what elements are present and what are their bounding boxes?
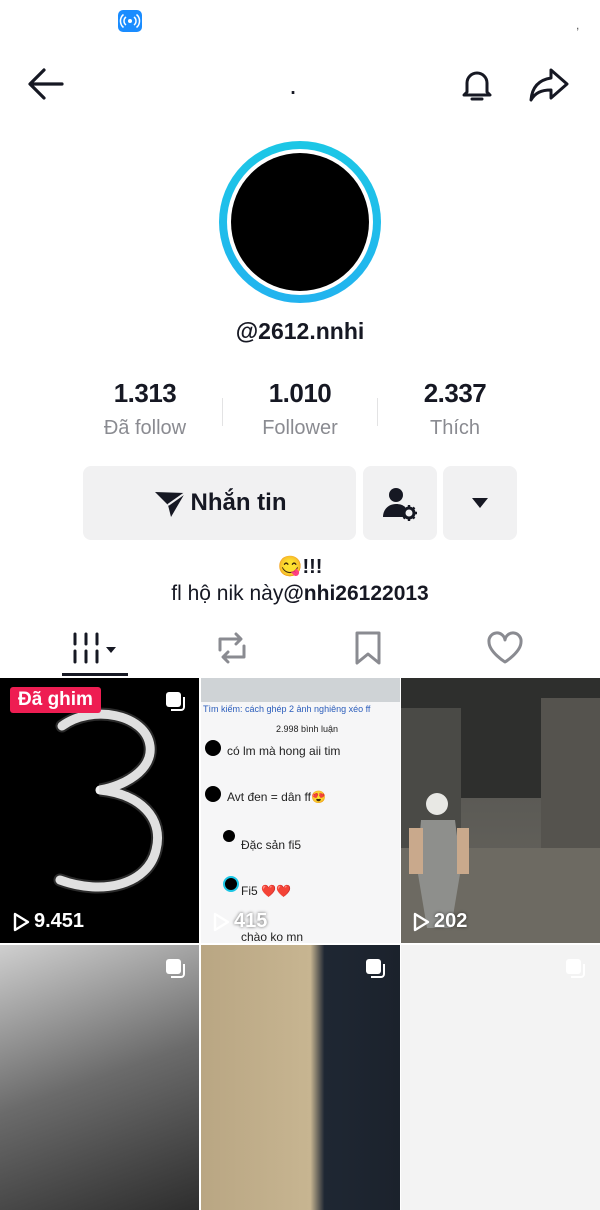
multi-photo-icon <box>564 957 586 979</box>
stat-value: 1.313 <box>113 378 177 408</box>
heart-icon <box>487 631 523 664</box>
bio-mention-link[interactable]: @nhi26122013 <box>283 582 428 605</box>
play-icon <box>413 912 430 931</box>
comment-avatar <box>205 740 221 756</box>
message-button-label: Nhắn tin <box>190 489 287 516</box>
stat-followers[interactable]: 1.010 Follower <box>225 378 375 440</box>
video-thumbnail[interactable] <box>401 678 600 943</box>
video-thumbnail[interactable] <box>201 945 400 1210</box>
avatar[interactable] <box>231 153 369 291</box>
tab-liked[interactable] <box>430 620 580 676</box>
play-icon <box>213 912 230 931</box>
video-thumbnail[interactable]: Tìm kiếm: cách ghép 2 ảnh nghiêng xéo ff… <box>201 678 400 943</box>
stat-following[interactable]: 1.313 Đã follow <box>70 378 220 440</box>
message-button[interactable]: Nhắn tin <box>83 466 356 540</box>
share-button[interactable] <box>525 62 573 106</box>
notification-bell-button[interactable] <box>455 62 499 106</box>
stat-value: 1.010 <box>268 378 332 408</box>
stat-label: Đã follow <box>103 417 187 439</box>
divider <box>222 398 223 426</box>
game-scene-image <box>401 678 600 943</box>
pinned-badge: Đã ghim <box>10 687 101 713</box>
multi-photo-icon <box>164 690 186 712</box>
status-indicator: , <box>576 18 580 32</box>
grid-icon <box>73 632 116 664</box>
comment-avatar <box>205 786 221 802</box>
stat-likes[interactable]: 2.337 Thích <box>380 378 530 440</box>
play-icon <box>13 912 30 931</box>
page-title: . <box>289 69 297 100</box>
add-friend-button[interactable] <box>363 466 437 540</box>
repost-icon <box>218 632 246 664</box>
comment-avatar <box>223 876 239 892</box>
tab-reposts[interactable] <box>157 620 307 676</box>
hotspot-icon <box>118 10 142 32</box>
status-bar <box>0 0 600 44</box>
comment-avatar <box>223 830 235 842</box>
tab-saved[interactable] <box>293 620 443 676</box>
multi-photo-icon <box>364 957 386 979</box>
send-icon <box>154 492 186 517</box>
bio-text: fl hộ nik này <box>171 582 284 605</box>
username: @2612.nnhi <box>235 318 365 344</box>
bio-line: fl hộ nik này@nhi26122013 <box>0 582 600 606</box>
back-arrow-icon <box>28 68 64 100</box>
back-button[interactable] <box>24 64 68 104</box>
video-thumbnail[interactable] <box>0 678 199 943</box>
view-count: 9.451 <box>12 910 84 933</box>
stat-value: 2.337 <box>423 378 487 408</box>
bookmark-icon <box>355 631 381 665</box>
more-options-button[interactable] <box>443 466 517 540</box>
view-count: 202 <box>412 910 467 933</box>
divider <box>377 398 378 426</box>
share-icon <box>529 68 569 102</box>
tab-videos[interactable] <box>20 620 170 676</box>
stat-label: Thích <box>429 417 481 439</box>
user-settings-icon <box>383 488 417 521</box>
bell-icon <box>462 71 492 101</box>
bio-line: 😋!!! <box>277 556 323 578</box>
multi-photo-icon <box>164 957 186 979</box>
video-thumbnail[interactable] <box>401 945 600 1210</box>
active-tab-indicator <box>62 673 128 676</box>
drawn-number-image <box>53 707 164 894</box>
stat-label: Follower <box>262 417 338 439</box>
caret-down-icon <box>472 498 488 508</box>
view-count: 415 <box>212 910 267 933</box>
video-thumbnail[interactable] <box>0 945 199 1210</box>
